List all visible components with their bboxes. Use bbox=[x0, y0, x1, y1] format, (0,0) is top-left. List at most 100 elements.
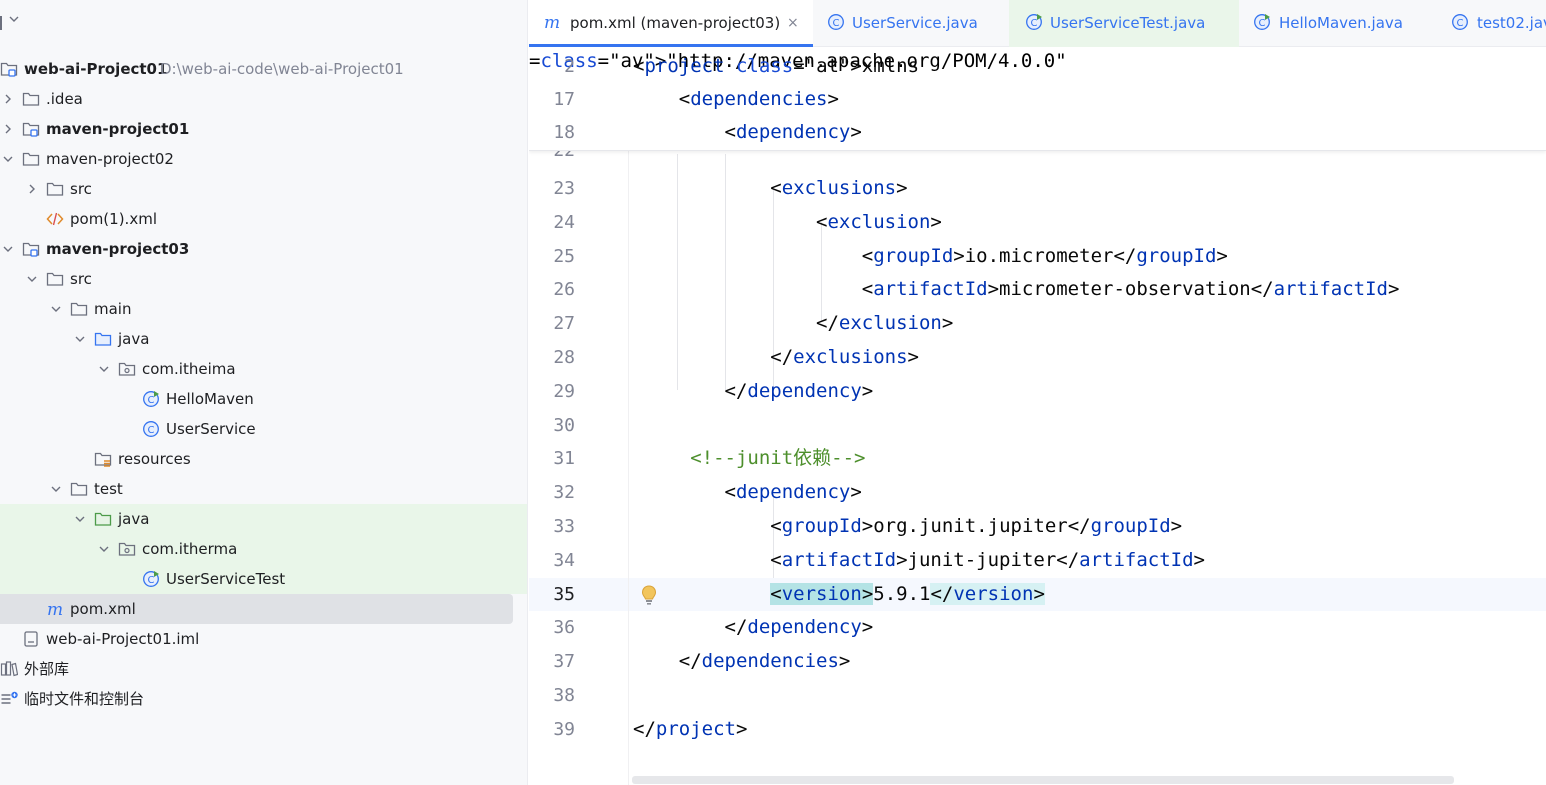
folder-icon bbox=[46, 180, 64, 198]
chevron-right-icon[interactable] bbox=[0, 114, 16, 144]
sticky-lines-header[interactable]: 2 <project class="at">xmlns =class="av">"… bbox=[529, 48, 1546, 151]
panel-header bbox=[0, 8, 40, 38]
code-line[interactable]: 26 <artifactId>micrometer-observation</a… bbox=[529, 273, 1546, 306]
tab-userservice-java[interactable]: C UserService.java bbox=[813, 0, 1009, 47]
tree-item-label: web-ai-Project01.iml bbox=[46, 630, 200, 648]
line-number: 25 bbox=[553, 245, 575, 267]
folder-icon bbox=[70, 300, 88, 318]
horizontal-scrollbar[interactable] bbox=[632, 776, 1454, 784]
tab-test02-java[interactable]: C test02.jav bbox=[1437, 0, 1546, 47]
code-line[interactable]: 36 </dependency> bbox=[529, 611, 1546, 644]
chevron-down-icon[interactable] bbox=[48, 474, 64, 504]
chevron-down-icon[interactable] bbox=[96, 534, 112, 564]
tree-item[interactable]: web-ai-Project01.iml bbox=[0, 624, 527, 654]
tree-item[interactable]: com.itherma bbox=[0, 534, 527, 564]
chevron-down-icon[interactable] bbox=[72, 324, 88, 354]
line-number: 29 bbox=[553, 380, 575, 402]
sticky-code-line[interactable]: 18 <dependency> bbox=[529, 116, 1546, 149]
line-number: 26 bbox=[553, 279, 575, 301]
folder-icon bbox=[46, 270, 64, 288]
code-line[interactable]: 23 <exclusions> bbox=[529, 172, 1546, 205]
tree-item-label: src bbox=[70, 180, 92, 198]
sticky-code-line[interactable]: 2 <project class="at">xmlns =class="av">"… bbox=[529, 50, 1546, 83]
chevron-down-icon[interactable] bbox=[0, 144, 16, 174]
chevron-right-icon[interactable] bbox=[0, 84, 16, 114]
code-text: <artifactId>micrometer-observation</arti… bbox=[633, 278, 1400, 301]
tree-item[interactable]: maven-project01 bbox=[0, 114, 527, 144]
tree-item-label: java bbox=[118, 510, 150, 528]
tree-item[interactable]: C UserService bbox=[0, 414, 527, 444]
tree-item[interactable]: src bbox=[0, 174, 527, 204]
code-line[interactable]: 24 <exclusion> bbox=[529, 206, 1546, 239]
chevron-down-icon[interactable] bbox=[8, 13, 20, 28]
code-line[interactable]: 31 <!--junit依赖--> bbox=[529, 442, 1546, 475]
tree-item[interactable]: resources bbox=[0, 444, 527, 474]
tab-pom-xml[interactable]: m pom.xml (maven-project03) × bbox=[529, 0, 813, 47]
tree-item[interactable]: maven-project02 bbox=[0, 144, 527, 174]
chevron-right-icon[interactable] bbox=[24, 174, 40, 204]
line-number: 39 bbox=[553, 718, 575, 740]
line-number: 37 bbox=[553, 651, 575, 673]
svg-text:C: C bbox=[148, 395, 155, 406]
tab-label: HelloMaven.java bbox=[1279, 14, 1403, 32]
tree-item[interactable]: C HelloMaven bbox=[0, 384, 527, 414]
code-line[interactable]: 37 </dependencies> bbox=[529, 645, 1546, 678]
class-icon: C bbox=[142, 420, 160, 438]
module-folder-icon bbox=[0, 60, 18, 78]
code-line[interactable]: 29 </dependency> bbox=[529, 375, 1546, 408]
current-code-line[interactable]: 35 <version>5.9.1</version> bbox=[529, 577, 1546, 611]
code-line[interactable]: 25 <groupId>io.micrometer</groupId> bbox=[529, 240, 1546, 273]
scratch-icon bbox=[0, 690, 18, 708]
tree-item[interactable]: pom(1).xml bbox=[0, 204, 527, 234]
tab-label: UserServiceTest.java bbox=[1050, 14, 1206, 32]
tree-item[interactable]: maven-project03 bbox=[0, 234, 527, 264]
chevron-down-icon[interactable] bbox=[24, 264, 40, 294]
line-number: 23 bbox=[553, 178, 575, 199]
code-text: <project class="at">xmlns bbox=[633, 55, 920, 77]
code-line[interactable]: 38 bbox=[529, 679, 1546, 712]
code-line[interactable]: 32 <dependency> bbox=[529, 476, 1546, 509]
tree-item[interactable]: com.itheima bbox=[0, 354, 527, 384]
code-line[interactable]: 39 </project> bbox=[529, 713, 1546, 746]
gutter-separator bbox=[628, 151, 629, 785]
tree-item[interactable]: java bbox=[0, 324, 527, 354]
line-number: 27 bbox=[553, 313, 575, 335]
code-text: <dependency> bbox=[633, 121, 862, 143]
tree-item[interactable]: m pom.xml bbox=[0, 594, 513, 624]
tree-item[interactable]: main bbox=[0, 294, 527, 324]
tree-item[interactable]: 外部库 bbox=[0, 654, 527, 684]
tree-item[interactable]: java bbox=[0, 504, 527, 534]
tree-item[interactable]: web-ai-Project01 D:\web-ai-code\web-ai-Pr… bbox=[0, 54, 527, 84]
tree-item-label: 外部库 bbox=[24, 660, 70, 678]
code-line[interactable]: 28 </exclusions> bbox=[529, 341, 1546, 374]
runnable-class-icon: C bbox=[1253, 13, 1271, 31]
svg-text:C: C bbox=[1259, 18, 1266, 29]
package-icon bbox=[118, 360, 136, 378]
code-editor[interactable]: 2223 <exclusions>24 <exclusion>25 <group… bbox=[529, 48, 1546, 785]
chevron-down-icon[interactable] bbox=[96, 354, 112, 384]
code-line[interactable]: 33 <groupId>org.junit.jupiter</groupId> bbox=[529, 510, 1546, 543]
tree-item[interactable]: src bbox=[0, 264, 527, 294]
svg-text:C: C bbox=[148, 425, 155, 436]
tab-hellomaven-java[interactable]: C HelloMaven.java bbox=[1239, 0, 1437, 47]
code-line[interactable]: 34 <artifactId>junit-jupiter</artifactId… bbox=[529, 544, 1546, 577]
project-panel: web-ai-Project01 D:\web-ai-code\web-ai-Pr… bbox=[0, 0, 528, 785]
panel-stripe bbox=[0, 16, 2, 30]
tab-userservicetest-java[interactable]: C UserServiceTest.java bbox=[1009, 0, 1239, 47]
code-line[interactable]: 27 </exclusion> bbox=[529, 307, 1546, 340]
code-text: <exclusions> bbox=[633, 177, 908, 199]
close-icon[interactable]: × bbox=[787, 13, 799, 33]
resources-folder-icon bbox=[94, 450, 112, 468]
tree-item[interactable]: 临时文件和控制台 bbox=[0, 684, 527, 714]
code-text: </exclusions> bbox=[633, 346, 919, 368]
maven-icon: m bbox=[543, 13, 561, 31]
tree-item[interactable]: .idea bbox=[0, 84, 527, 114]
chevron-down-icon[interactable] bbox=[48, 294, 64, 324]
tree-item[interactable]: C UserServiceTest bbox=[0, 564, 527, 594]
tree-item-label: pom.xml bbox=[70, 600, 136, 618]
tree-item[interactable]: test bbox=[0, 474, 527, 504]
chevron-down-icon[interactable] bbox=[0, 234, 16, 264]
code-line[interactable]: 30 bbox=[529, 409, 1546, 442]
chevron-down-icon[interactable] bbox=[72, 504, 88, 534]
sticky-code-line[interactable]: 17 <dependencies> bbox=[529, 83, 1546, 116]
